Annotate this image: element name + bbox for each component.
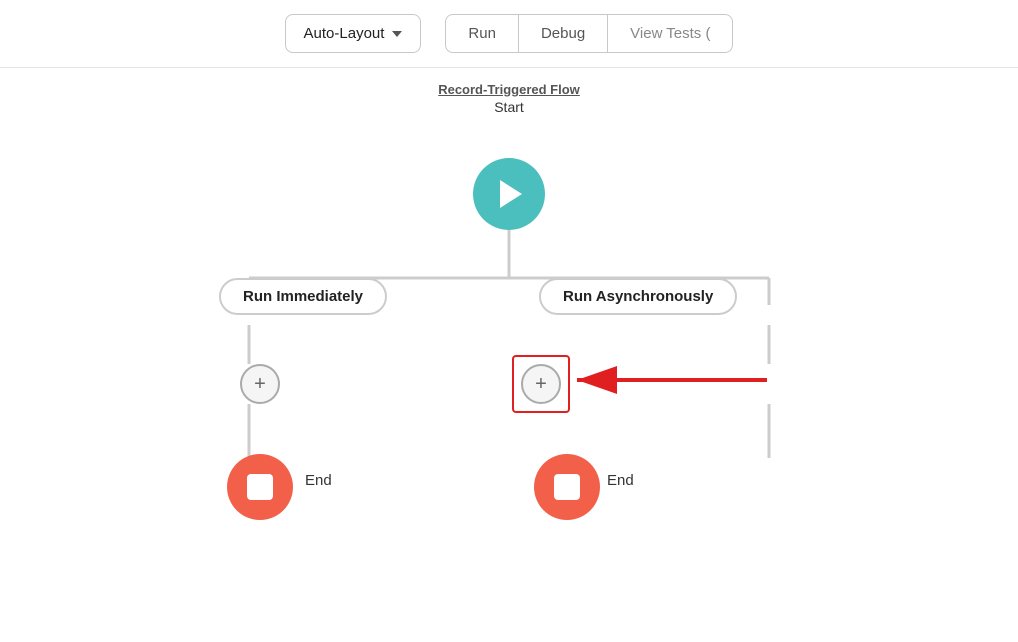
- end-label-left: End: [305, 472, 332, 489]
- run-immediately-label[interactable]: Run Immediately: [219, 278, 387, 315]
- auto-layout-button[interactable]: Auto-Layout: [285, 14, 422, 53]
- red-arrow-indicator: [567, 350, 787, 410]
- add-step-left-button[interactable]: +: [240, 364, 280, 404]
- chevron-down-icon: [392, 31, 402, 37]
- plus-right-icon: +: [535, 373, 547, 396]
- view-tests-button[interactable]: View Tests (: [608, 14, 733, 53]
- add-step-right-button[interactable]: +: [521, 364, 561, 404]
- toolbar: Auto-Layout Run Debug View Tests (: [0, 0, 1018, 68]
- run-button[interactable]: Run: [445, 14, 518, 53]
- flow-header: Record-Triggered Flow Start: [438, 82, 580, 115]
- stop-icon-right: [554, 474, 580, 500]
- end-circle-left: [227, 454, 293, 520]
- play-icon: [500, 180, 522, 208]
- flow-subtitle: Start: [438, 99, 580, 115]
- plus-left-icon: +: [254, 373, 266, 396]
- debug-button[interactable]: Debug: [518, 14, 608, 53]
- stop-icon-left: [247, 474, 273, 500]
- end-circle-right: [534, 454, 600, 520]
- run-asynchronously-label[interactable]: Run Asynchronously: [539, 278, 737, 315]
- flow-canvas: Record-Triggered Flow Start Run Immediat…: [0, 68, 1018, 641]
- connector-lines: [0, 68, 1018, 641]
- toolbar-right-group: Run Debug View Tests (: [445, 14, 733, 53]
- auto-layout-label: Auto-Layout: [304, 25, 385, 42]
- play-button[interactable]: [473, 158, 545, 230]
- flow-title: Record-Triggered Flow: [438, 82, 580, 97]
- end-label-right: End: [607, 472, 634, 489]
